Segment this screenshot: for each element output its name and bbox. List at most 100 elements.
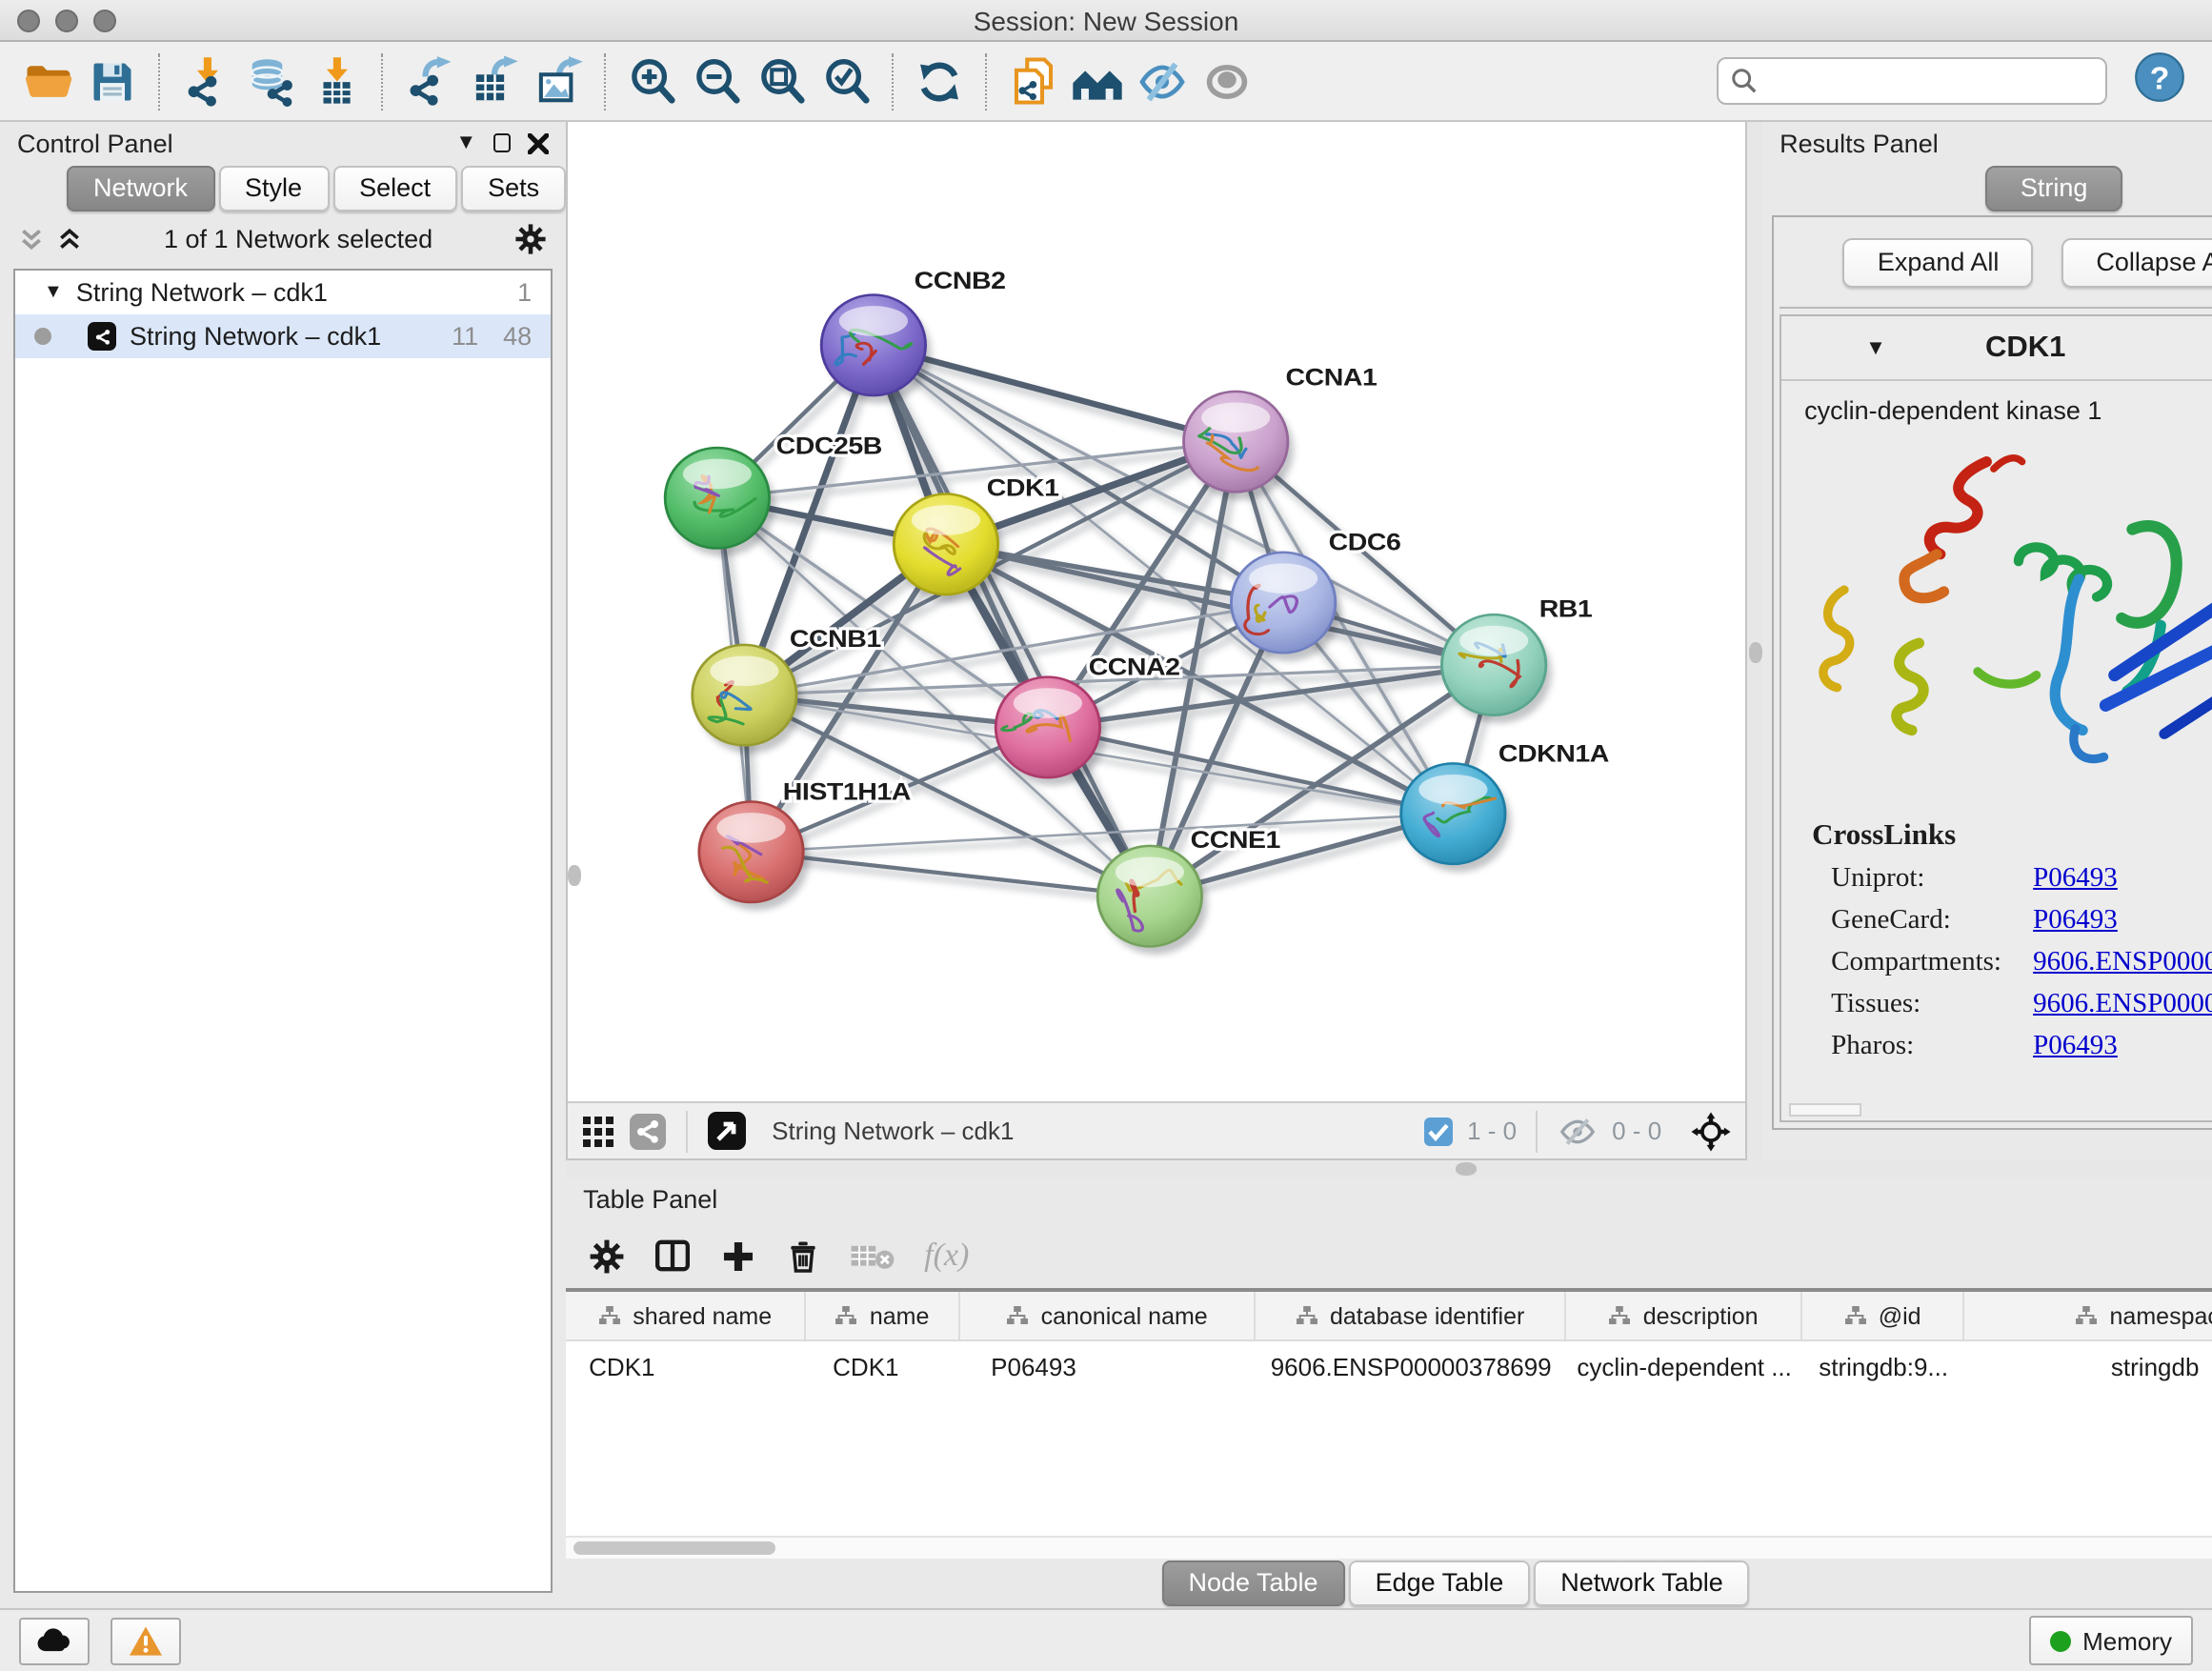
save-session-button[interactable] — [80, 49, 145, 113]
toolbar-divider — [1536, 1110, 1538, 1152]
network-node-CCNB2[interactable]: CCNB2 — [821, 268, 1005, 404]
export-image-button[interactable] — [526, 49, 591, 113]
show-columns-icon[interactable] — [654, 1237, 692, 1275]
horizontal-splitter[interactable] — [566, 1160, 2212, 1178]
expand-all-button[interactable]: Expand All — [1843, 238, 2034, 288]
table-cell[interactable]: cyclin-dependent ... — [1566, 1341, 1802, 1391]
clone-network-button[interactable] — [1000, 49, 1065, 113]
right-splitter[interactable] — [1747, 122, 1762, 1160]
zoom-out-button[interactable] — [684, 49, 749, 113]
warnings-button[interactable] — [111, 1617, 181, 1664]
network-options-gear-icon[interactable] — [514, 222, 547, 254]
add-column-icon[interactable] — [720, 1238, 756, 1274]
birds-eye-view-button[interactable] — [707, 1111, 747, 1151]
collapse-entry-icon[interactable]: ▼ — [1865, 337, 1886, 360]
table-horizontal-scrollbar[interactable] — [566, 1536, 2212, 1559]
open-session-button[interactable] — [15, 49, 80, 113]
network-node-CDKN1A[interactable]: CDKN1A — [1401, 740, 1609, 873]
crosslink-link[interactable]: P06493 — [2033, 1031, 2118, 1063]
tab-sets[interactable]: Sets — [461, 166, 566, 211]
table-cell[interactable]: CDK1 — [566, 1341, 806, 1391]
zoom-in-button[interactable] — [619, 49, 684, 113]
gene-entry-header[interactable]: ▼ CDK1 — [1781, 316, 2212, 381]
window-title: Session: New Session — [0, 5, 2212, 35]
control-panel-header: Control Panel ▼ — [0, 122, 566, 164]
zoom-fit-button[interactable] — [749, 49, 814, 113]
column-header-name[interactable]: name — [806, 1292, 960, 1339]
network-share-view-button[interactable] — [629, 1112, 667, 1150]
tab-network-table[interactable]: Network Table — [1534, 1560, 1750, 1606]
expand-all-icon[interactable] — [57, 226, 82, 251]
table-cell[interactable]: P06493 — [960, 1341, 1256, 1391]
network-node-RB1[interactable]: RB1 — [1442, 595, 1593, 723]
network-canvas[interactable]: CCNB2CCNA1CDC25BCDK1CDC6RB1CCNB1CCNA2CDK… — [568, 122, 1745, 1101]
tab-string[interactable]: String — [1986, 166, 2122, 211]
protein-structure-image — [1808, 444, 2212, 791]
column-header-namespace[interactable]: namespace — [1964, 1292, 2212, 1339]
tab-edge-table[interactable]: Edge Table — [1349, 1560, 1531, 1606]
search-input[interactable] — [1759, 68, 2094, 94]
table-options-gear-icon[interactable] — [589, 1238, 625, 1274]
collapse-all-button[interactable]: Collapse All — [2061, 238, 2212, 288]
network-collection-row[interactable]: ▼ String Network – cdk1 1 — [15, 271, 551, 314]
first-neighbors-button[interactable] — [1065, 49, 1130, 113]
export-network-button[interactable] — [396, 49, 461, 113]
table-cell[interactable]: 9606.ENSP00000378699 — [1256, 1341, 1566, 1391]
tab-node-table[interactable]: Node Table — [1161, 1560, 1344, 1606]
tab-style[interactable]: Style — [218, 166, 329, 211]
float-panel-icon[interactable]: ▼ — [455, 131, 476, 154]
crosslink-link[interactable]: P06493 — [2033, 863, 2118, 896]
network-node-CCNA1[interactable]: CCNA1 — [1184, 364, 1377, 500]
node-label: HIST1H1A — [783, 778, 911, 805]
column-header--id[interactable]: @id — [1802, 1292, 1964, 1339]
column-header-description[interactable]: description — [1566, 1292, 1802, 1339]
network-view-title: String Network – cdk1 — [772, 1117, 1014, 1145]
help-button[interactable]: ? — [2134, 50, 2185, 111]
column-header-database-identifier[interactable]: database identifier — [1256, 1292, 1566, 1339]
selected-checkbox-icon[interactable] — [1423, 1116, 1454, 1146]
delete-column-trash-icon[interactable] — [785, 1238, 821, 1274]
crosslink-link[interactable]: P06493 — [2033, 905, 2118, 937]
fit-content-button[interactable] — [1690, 1110, 1732, 1152]
tab-network[interactable]: Network — [67, 166, 214, 211]
refresh-view-button[interactable] — [907, 49, 972, 113]
crosslink-link[interactable]: 9606.ENSP00000378699 — [2033, 989, 2212, 1021]
zoom-selected-button[interactable] — [814, 49, 878, 113]
column-header-shared-name[interactable]: shared name — [566, 1292, 806, 1339]
node-label: CCNE1 — [1191, 826, 1281, 853]
cloud-status-button[interactable] — [19, 1617, 90, 1664]
control-panel: Control Panel ▼ Network Style Select Set… — [0, 122, 566, 1608]
network-edge[interactable] — [874, 345, 1150, 896]
table-cell[interactable]: stringdb:9... — [1802, 1341, 1964, 1391]
memory-button[interactable]: Memory — [2029, 1616, 2193, 1665]
show-all-button[interactable] — [1195, 49, 1259, 113]
import-table-button[interactable] — [303, 49, 368, 113]
zoom-selected-icon — [820, 55, 872, 107]
table-row[interactable]: CDK1CDK1P064939606.ENSP00000378699cyclin… — [566, 1341, 2212, 1391]
table-cell[interactable]: CDK1 — [806, 1341, 960, 1391]
export-table-button[interactable] — [461, 49, 526, 113]
import-network-button[interactable] — [173, 49, 238, 113]
maximize-panel-icon[interactable] — [493, 133, 511, 152]
import-network-from-database-button[interactable] — [238, 49, 303, 113]
search-box[interactable] — [1717, 57, 2107, 105]
network-node-CDK1[interactable]: CDK1 — [894, 474, 1059, 602]
results-scrollbar-stub[interactable] — [1789, 1103, 1861, 1117]
close-panel-icon[interactable] — [528, 132, 549, 153]
hide-selected-button[interactable] — [1130, 49, 1195, 113]
show-grid-button[interactable] — [581, 1114, 615, 1148]
tree-expander-icon[interactable]: ▼ — [44, 282, 63, 303]
right-splitter-grip[interactable] — [1749, 641, 1762, 662]
gene-symbol: CDK1 — [1985, 332, 2065, 366]
tab-select[interactable]: Select — [332, 166, 457, 211]
results-panel: Results Panel ▼ String Expand All — [1762, 122, 2212, 1160]
collapse-all-icon[interactable] — [19, 226, 44, 251]
application-window: Session: New Session — [0, 0, 2212, 1671]
crosslink-link[interactable]: 9606.ENSP00000378699 — [2033, 947, 2212, 979]
table-cell[interactable]: stringdb — [1964, 1341, 2212, 1391]
horizontal-splitter-grip[interactable] — [1456, 1162, 1477, 1176]
scrollbar-thumb[interactable] — [573, 1541, 775, 1555]
hidden-eye-slash-icon[interactable] — [1557, 1114, 1599, 1148]
network-row-selected[interactable]: String Network – cdk1 11 48 — [15, 314, 551, 358]
column-header-canonical-name[interactable]: canonical name — [960, 1292, 1256, 1339]
